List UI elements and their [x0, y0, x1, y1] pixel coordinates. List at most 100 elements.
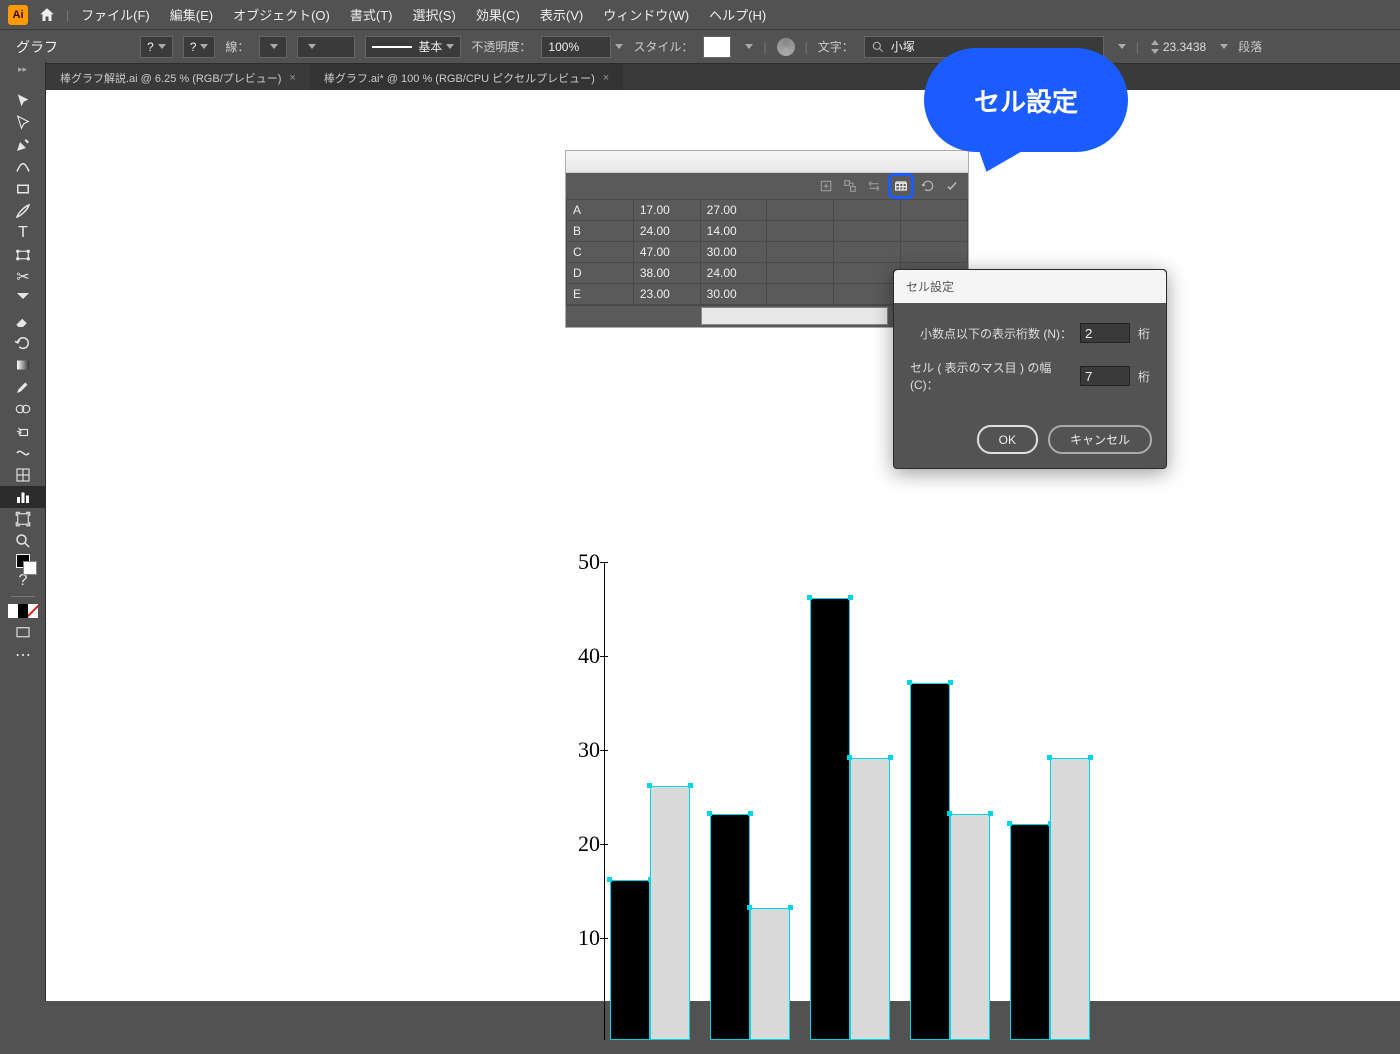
- menu-object[interactable]: オブジェクト(O): [225, 1, 338, 28]
- column-graph[interactable]: 50 40 30 20 10: [566, 554, 1166, 1054]
- cell-style-icon[interactable]: [888, 173, 914, 199]
- screen-mode-tool[interactable]: [0, 622, 46, 644]
- type-tool[interactable]: T: [0, 222, 46, 244]
- table-cell[interactable]: 17.00: [633, 200, 700, 221]
- graphic-style-swatch[interactable]: [703, 36, 731, 58]
- table-cell[interactable]: [767, 263, 834, 284]
- recolor-icon[interactable]: [777, 38, 795, 56]
- table-cell[interactable]: C: [567, 242, 634, 263]
- opacity-dropdown-icon[interactable]: [615, 44, 623, 49]
- bar-a-s2[interactable]: [650, 786, 690, 1040]
- decimal-places-field[interactable]: [1080, 323, 1130, 343]
- rectangle-tool[interactable]: [0, 178, 46, 200]
- table-cell[interactable]: [901, 242, 968, 263]
- table-row[interactable]: C47.0030.00: [567, 242, 968, 263]
- menu-window[interactable]: ウィンドウ(W): [595, 1, 697, 28]
- document-tab-2[interactable]: 棒グラフ.ai* @ 100 % (RGB/CPU ピクセルプレビュー) ×: [310, 64, 623, 92]
- menu-view[interactable]: 表示(V): [532, 1, 591, 28]
- panel-expand-handle[interactable]: ▸▸: [0, 62, 45, 76]
- table-cell[interactable]: D: [567, 263, 634, 284]
- font-dropdown-icon[interactable]: [1118, 44, 1126, 49]
- table-row[interactable]: B24.0014.00: [567, 221, 968, 242]
- apply-icon[interactable]: [942, 176, 962, 196]
- table-row[interactable]: A17.0027.00: [567, 200, 968, 221]
- artboard-tool[interactable]: [0, 508, 46, 530]
- close-icon[interactable]: ×: [289, 72, 295, 84]
- table-cell[interactable]: B: [567, 221, 634, 242]
- mesh-tool[interactable]: [0, 464, 46, 486]
- fill-stroke-swatch[interactable]: [0, 552, 46, 570]
- color-mode-swatches[interactable]: [8, 604, 38, 618]
- table-cell[interactable]: 30.00: [700, 284, 767, 305]
- table-cell[interactable]: A: [567, 200, 634, 221]
- stroke-style-field[interactable]: 基本: [365, 36, 461, 58]
- import-data-icon[interactable]: [816, 176, 836, 196]
- opacity-field[interactable]: 100%: [541, 36, 611, 58]
- table-cell[interactable]: [767, 242, 834, 263]
- revert-icon[interactable]: [918, 176, 938, 196]
- direct-selection-tool[interactable]: [0, 112, 46, 134]
- switch-xy-icon[interactable]: [864, 176, 884, 196]
- table-cell[interactable]: 24.00: [700, 263, 767, 284]
- blend-tool[interactable]: [0, 398, 46, 420]
- help-field-2[interactable]: ?: [183, 36, 216, 58]
- cell-width-field[interactable]: [1080, 366, 1130, 386]
- table-cell[interactable]: 27.00: [700, 200, 767, 221]
- style-dropdown-icon[interactable]: [745, 44, 753, 49]
- table-cell[interactable]: 23.00: [633, 284, 700, 305]
- menu-format[interactable]: 書式(T): [342, 1, 401, 28]
- bar-c-s1[interactable]: [810, 598, 850, 1040]
- table-cell[interactable]: [767, 200, 834, 221]
- help-field-1[interactable]: ?: [140, 36, 173, 58]
- table-cell[interactable]: [834, 221, 901, 242]
- table-cell[interactable]: [834, 200, 901, 221]
- stroke-weight-field[interactable]: [259, 36, 287, 58]
- curvature-tool[interactable]: [0, 156, 46, 178]
- paintbrush-tool[interactable]: [0, 200, 46, 222]
- bar-e-s2[interactable]: [1050, 758, 1090, 1040]
- edit-toolbar[interactable]: ⋯: [0, 644, 46, 666]
- table-cell[interactable]: [767, 284, 834, 305]
- gradient-tool[interactable]: [0, 354, 46, 376]
- coord-stepper[interactable]: 23.3438: [1149, 38, 1206, 56]
- table-cell[interactable]: 38.00: [633, 263, 700, 284]
- eraser-tool[interactable]: [0, 310, 46, 332]
- pen-tool[interactable]: [0, 134, 46, 156]
- table-cell[interactable]: 47.00: [633, 242, 700, 263]
- table-cell[interactable]: [901, 221, 968, 242]
- shape-builder-tool[interactable]: [0, 288, 46, 310]
- cell-entry-field[interactable]: [701, 307, 888, 325]
- column-graph-tool[interactable]: [0, 486, 46, 508]
- table-cell[interactable]: [901, 200, 968, 221]
- ok-button[interactable]: OK: [977, 425, 1038, 454]
- menu-effect[interactable]: 効果(C): [468, 1, 528, 28]
- stepper-arrows-icon[interactable]: [1149, 38, 1161, 56]
- bar-d-s1[interactable]: [910, 683, 950, 1040]
- home-icon[interactable]: [38, 6, 56, 24]
- eyedropper-tool[interactable]: [0, 376, 46, 398]
- bar-c-s2[interactable]: [850, 758, 890, 1040]
- table-cell[interactable]: 30.00: [700, 242, 767, 263]
- symbol-sprayer-tool[interactable]: [0, 420, 46, 442]
- bar-b-s2[interactable]: [750, 908, 790, 1040]
- selection-tool[interactable]: [0, 90, 46, 112]
- bar-b-s1[interactable]: [710, 814, 750, 1040]
- scissors-tool[interactable]: ✂: [0, 266, 46, 288]
- table-cell[interactable]: [834, 263, 901, 284]
- transpose-icon[interactable]: [840, 176, 860, 196]
- table-cell[interactable]: [834, 284, 901, 305]
- table-cell[interactable]: [767, 221, 834, 242]
- table-cell[interactable]: 24.00: [633, 221, 700, 242]
- stroke-profile-field[interactable]: [297, 36, 355, 58]
- app-logo[interactable]: Ai: [8, 5, 28, 25]
- coord-dropdown-icon[interactable]: [1220, 44, 1228, 49]
- menu-help[interactable]: ヘルプ(H): [701, 1, 774, 28]
- rotate-tool[interactable]: [0, 332, 46, 354]
- menu-edit[interactable]: 編集(E): [162, 1, 221, 28]
- zoom-tool[interactable]: [0, 530, 46, 552]
- bar-d-s2[interactable]: [950, 814, 990, 1040]
- table-cell[interactable]: E: [567, 284, 634, 305]
- bar-e-s1[interactable]: [1010, 824, 1050, 1040]
- graph-data-titlebar[interactable]: [566, 151, 968, 173]
- bar-a-s1[interactable]: [610, 880, 650, 1040]
